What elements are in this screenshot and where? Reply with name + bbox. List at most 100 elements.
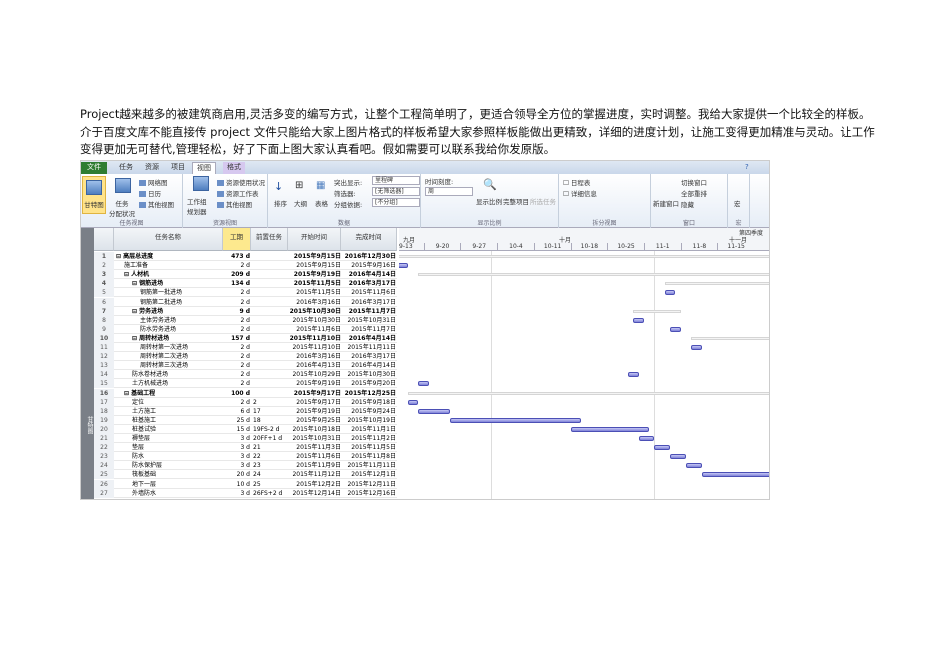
task-name[interactable]: ⊟ 人材机 xyxy=(124,270,221,279)
table-row[interactable]: 1 ⊟ 高层总进度 473 d 2015年9月15日 2016年12月30日 xyxy=(94,252,397,262)
table-row[interactable]: 4 ⊟ 钢筋进场 134 d 2015年11月5日 2016年3月17日 xyxy=(94,279,397,289)
task-name[interactable]: 周转材第二次进场 xyxy=(140,352,221,361)
task-name[interactable]: 定位 xyxy=(132,398,221,407)
help-icon[interactable]: ? xyxy=(741,162,753,174)
task-name[interactable]: 防水卷材进场 xyxy=(132,370,221,379)
summary-bar[interactable] xyxy=(664,282,769,286)
task-name[interactable]: 防水劳务进场 xyxy=(140,325,221,334)
switch-window-button[interactable]: 切换窗口 xyxy=(681,177,707,187)
collapse-icon[interactable]: ⊟ xyxy=(132,280,137,287)
summary-bar[interactable] xyxy=(633,309,681,313)
table-row[interactable]: 6 钢筋第二批进场 2 d 2016年3月16日 2016年3月17日 xyxy=(94,297,397,307)
tab-project[interactable]: 项目 xyxy=(167,162,189,174)
zoom-button[interactable]: 显示比例 xyxy=(476,196,502,206)
table-row[interactable]: 22 垫层 3 d 21 2015年11月3日 2015年11月5日 xyxy=(94,443,397,453)
tab-view[interactable]: 视图 xyxy=(192,162,216,174)
task-name[interactable]: 筏板基础 xyxy=(132,470,221,479)
summary-bar[interactable] xyxy=(399,255,769,258)
task-bar[interactable] xyxy=(407,399,419,405)
task-bar[interactable] xyxy=(638,436,655,441)
collapse-icon[interactable]: ⊟ xyxy=(124,271,129,278)
task-name[interactable]: 外墙防水 xyxy=(132,489,221,498)
summary-bar[interactable] xyxy=(691,336,769,340)
task-name[interactable]: 钢筋第二批进场 xyxy=(140,298,221,307)
table-row[interactable]: 11 周转材第一次进场 2 d 2015年11月10日 2015年11月11日 xyxy=(94,343,397,353)
summary-bar[interactable] xyxy=(407,391,769,395)
task-bar[interactable] xyxy=(570,426,650,432)
collapse-icon[interactable]: ⊟ xyxy=(132,335,137,342)
timescale-select[interactable]: 周 xyxy=(425,187,473,196)
network-diagram-button[interactable]: 网络图 xyxy=(139,177,168,187)
task-bar[interactable] xyxy=(449,417,581,423)
resource-other-views-button[interactable]: 其他视图 xyxy=(217,199,252,209)
task-bar[interactable] xyxy=(685,463,702,469)
resource-sheet-button[interactable]: 资源工作表 xyxy=(217,188,259,198)
task-bar[interactable] xyxy=(628,372,639,378)
task-name[interactable]: 施工准备 xyxy=(124,261,221,270)
task-usage-button[interactable]: 任务 分配状况 xyxy=(109,178,135,218)
gantt-chart-button[interactable]: 甘特图 xyxy=(82,176,106,214)
task-bar[interactable] xyxy=(691,345,702,350)
col-duration[interactable]: 工期 xyxy=(223,228,251,251)
task-name[interactable]: 桩基试验 xyxy=(132,425,221,434)
table-row[interactable]: 17 定位 2 d 2 2015年9月17日 2015年9月18日 xyxy=(94,397,397,407)
task-bar[interactable] xyxy=(418,381,429,387)
table-row[interactable]: 21 褥垫层 3 d 20FF+1 d 2015年10月31日 2015年11月2日 xyxy=(94,434,397,444)
task-bar[interactable] xyxy=(664,290,676,296)
task-bar[interactable] xyxy=(633,317,644,323)
tab-task[interactable]: 任务 xyxy=(115,162,137,174)
sort-button[interactable]: 排序 xyxy=(274,198,287,208)
table-row[interactable]: 3 ⊟ 人材机 209 d 2015年9月19日 2016年4月14日 xyxy=(94,270,397,280)
task-name[interactable]: 地下一层 xyxy=(132,480,221,489)
task-name[interactable]: 防水 xyxy=(132,452,221,461)
task-bar[interactable] xyxy=(670,326,681,332)
hide-button[interactable]: 隐藏 xyxy=(681,199,694,209)
task-name[interactable]: 防水保护层 xyxy=(132,461,221,470)
task-bar[interactable] xyxy=(654,445,671,451)
tab-file[interactable]: 文件 xyxy=(81,162,107,174)
table-row[interactable]: 16 ⊟ 基础工程 100 d 2015年9月17日 2015年12月25日 xyxy=(94,388,397,398)
table-row[interactable]: 7 ⊟ 劳务进场 9 d 2015年10月30日 2015年11月7日 xyxy=(94,306,397,316)
task-name[interactable]: ⊟ 基础工程 xyxy=(124,389,221,398)
table-row[interactable]: 8 主体劳务进场 2 d 2015年10月30日 2015年10月31日 xyxy=(94,315,397,325)
table-row[interactable]: 2 施工准备 2 d 2015年9月15日 2015年9月16日 xyxy=(94,261,397,271)
collapse-icon[interactable]: ⊟ xyxy=(116,253,121,260)
summary-bar[interactable] xyxy=(418,273,769,277)
task-name[interactable]: 垫层 xyxy=(132,443,221,452)
table-row[interactable]: 24 防水保护层 3 d 23 2015年11月9日 2015年11月11日 xyxy=(94,461,397,471)
task-bar[interactable] xyxy=(418,408,450,414)
table-row[interactable]: 10 ⊟ 周转材进场 157 d 2015年11月10日 2016年4月14日 xyxy=(94,333,397,343)
task-name[interactable]: 土方施工 xyxy=(132,407,221,416)
col-start[interactable]: 开始时间 xyxy=(288,228,341,251)
task-name[interactable]: 桩基施工 xyxy=(132,416,221,425)
table-row[interactable]: 9 防水劳务进场 2 d 2015年11月6日 2015年11月7日 xyxy=(94,324,397,334)
tables-button[interactable]: 表格 xyxy=(315,198,328,208)
calendar-button[interactable]: 日历 xyxy=(139,188,161,198)
task-name[interactable]: ⊟ 高层总进度 xyxy=(116,252,221,261)
task-bar[interactable] xyxy=(670,454,686,460)
team-planner-button[interactable]: 工作组 规划器 xyxy=(187,176,209,216)
other-views-button[interactable]: 其他视图 xyxy=(139,199,174,209)
outline-button[interactable]: 大纲 xyxy=(294,198,307,208)
table-row[interactable]: 25 筏板基础 20 d 24 2015年11月12日 2015年12月1日 xyxy=(94,470,397,480)
arrange-all-button[interactable]: 全部重排 xyxy=(681,188,707,198)
task-name[interactable]: 土方机械进场 xyxy=(132,379,221,388)
table-row[interactable]: 15 土方机械进场 2 d 2015年9月19日 2015年9月20日 xyxy=(94,379,397,389)
task-bar[interactable] xyxy=(701,472,769,478)
task-name[interactable]: 钢筋第一批进场 xyxy=(140,288,221,297)
selected-tasks-button[interactable]: 所选任务 xyxy=(530,196,556,206)
task-name[interactable]: 主体劳务进场 xyxy=(140,316,221,325)
col-predecessors[interactable]: 前置任务 xyxy=(251,228,288,251)
table-row[interactable]: 27 外墙防水 3 d 26FS+2 d 2015年12月14日 2015年12月16日 xyxy=(94,488,397,498)
task-name[interactable]: 周转材第三次进场 xyxy=(140,361,221,370)
col-finish[interactable]: 完成时间 xyxy=(341,228,397,251)
timeline-checkbox[interactable]: ☐ 日程表 xyxy=(563,177,590,187)
collapse-icon[interactable]: ⊟ xyxy=(132,308,137,315)
task-name[interactable]: ⊟ 劳务进场 xyxy=(132,307,221,316)
task-name[interactable]: ⊟ 钢筋进场 xyxy=(132,279,221,288)
highlight-select[interactable]: 里程碑 xyxy=(372,176,420,185)
table-row[interactable]: 5 钢筋第一批进场 2 d 2015年11月5日 2015年11月6日 xyxy=(94,288,397,298)
table-row[interactable]: 20 桩基试验 15 d 19FS-2 d 2015年10月18日 2015年11月1日 xyxy=(94,424,397,434)
task-name[interactable]: 周转材第一次进场 xyxy=(140,343,221,352)
table-row[interactable]: 14 防水卷材进场 2 d 2015年10月29日 2015年10月30日 xyxy=(94,370,397,380)
